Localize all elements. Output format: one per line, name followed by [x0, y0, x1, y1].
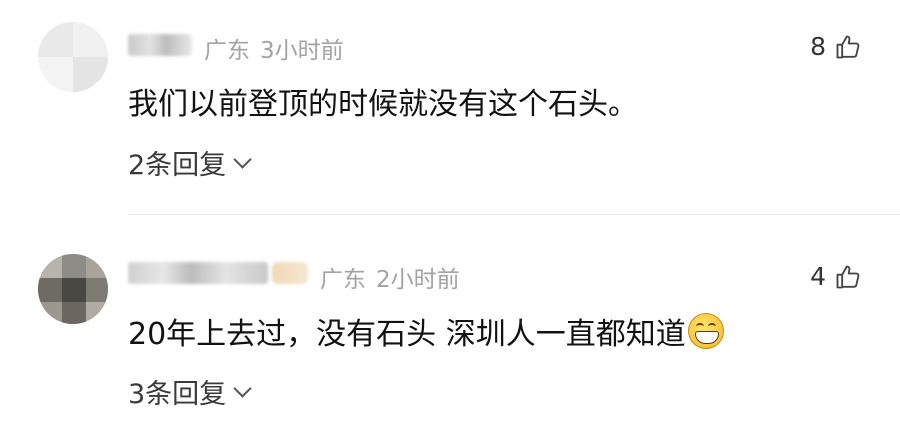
username-blurred[interactable] [128, 262, 268, 284]
comment-text: 20年上去过，没有石头 深圳人一直都知道 [128, 309, 724, 353]
like-count: 4 [810, 262, 826, 291]
view-replies-button[interactable]: 3条回复 [128, 372, 252, 411]
avatar[interactable] [38, 254, 108, 324]
timestamp: 2小时前 [376, 267, 460, 293]
grinning-face-icon [687, 313, 724, 349]
location-label: 广东 [320, 267, 366, 293]
comment-text-body: 20年上去过，没有石头 深圳人一直都知道 [128, 317, 686, 352]
comment-meta: 广东 2小时前 [320, 260, 460, 294]
replies-label: 3条回复 [128, 379, 227, 410]
thumbs-up-icon [834, 263, 862, 291]
comment-item: 广东 2小时前 20年上去过，没有石头 深圳人一直都知道 3条回复 4 [0, 0, 900, 437]
user-badge-icon [272, 262, 308, 284]
like-button[interactable]: 4 [810, 262, 862, 291]
chevron-down-icon [233, 379, 252, 398]
